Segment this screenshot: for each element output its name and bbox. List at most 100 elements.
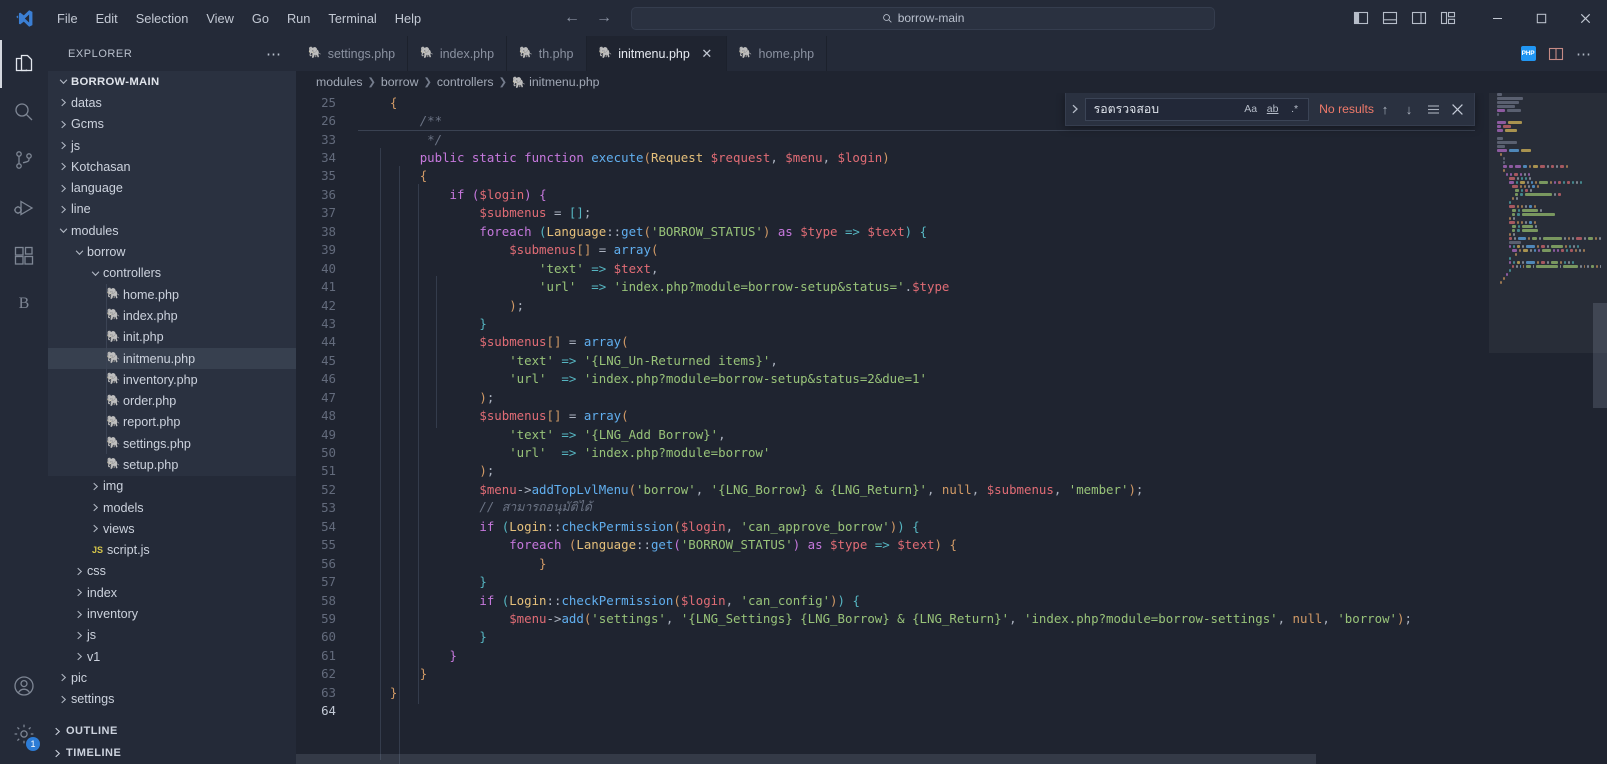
- window-close-button[interactable]: [1563, 0, 1607, 36]
- chevron-right-icon[interactable]: [56, 205, 71, 214]
- breadcrumb[interactable]: modules ❯ borrow ❯ controllers ❯ 🐘 initmenu.ph…: [296, 71, 1607, 93]
- menu-edit[interactable]: Edit: [87, 0, 127, 36]
- chevron-down-icon[interactable]: [88, 269, 103, 278]
- scrollbar-thumb[interactable]: [1593, 303, 1607, 408]
- chevron-right-icon[interactable]: [72, 588, 87, 597]
- tree-item-index[interactable]: index: [48, 582, 296, 603]
- tree-item-modules[interactable]: modules: [48, 220, 296, 242]
- menu-go[interactable]: Go: [243, 0, 278, 36]
- code-line[interactable]: 43 }: [296, 314, 1475, 332]
- editor-horizontal-scrollbar[interactable]: [296, 754, 1475, 764]
- tab-home-php[interactable]: 🐘 home.php: [727, 36, 828, 71]
- chevron-down-icon[interactable]: [72, 248, 87, 257]
- menu-terminal[interactable]: Terminal: [319, 0, 385, 36]
- code-line[interactable]: 61 }: [296, 646, 1475, 664]
- activity-bar-item-extensions[interactable]: [0, 232, 48, 280]
- tree-item-language[interactable]: language: [48, 177, 296, 199]
- activity-bar-item-run-and-debug[interactable]: [0, 184, 48, 232]
- tree-item-js[interactable]: js: [48, 134, 296, 157]
- match-case-icon[interactable]: Aa: [1241, 100, 1260, 119]
- tree-item-datas[interactable]: datas: [48, 92, 296, 114]
- code-line[interactable]: 38 foreach (Language::get('BORROW_STATUS…: [296, 222, 1475, 240]
- tab-index-php[interactable]: 🐘 index.php: [408, 36, 508, 71]
- breadcrumb-item-controllers[interactable]: controllers: [437, 75, 494, 89]
- code-line[interactable]: 58 if (Login::checkPermission($login, 'c…: [296, 591, 1475, 609]
- chevron-right-icon[interactable]: [56, 695, 71, 704]
- tree-item-order-php[interactable]: 🐘 order.php: [48, 390, 296, 412]
- split-editor-icon[interactable]: [1543, 41, 1569, 67]
- customize-layout-icon[interactable]: [1435, 5, 1461, 31]
- ellipsis-icon[interactable]: ⋯: [260, 45, 288, 63]
- find-widget[interactable]: รอตรวจสอบ Aa ab .* No results ↑ ↓: [1065, 93, 1475, 126]
- tree-item-report-php[interactable]: 🐘 report.php: [48, 411, 296, 434]
- arrow-right-icon[interactable]: →: [595, 10, 613, 26]
- tab-initmenu-php[interactable]: 🐘 initmenu.php ✕: [586, 36, 727, 71]
- tab-th-php[interactable]: 🐘 th.php: [507, 36, 587, 71]
- code-line[interactable]: 56 }: [296, 554, 1475, 572]
- code-line[interactable]: 49 'text' => '{LNG_Add Borrow}',: [296, 425, 1475, 443]
- chevron-right-icon[interactable]: [56, 184, 71, 193]
- tab-settings-php[interactable]: 🐘 settings.php: [296, 36, 409, 71]
- menu-run[interactable]: Run: [278, 0, 319, 36]
- sidebar-section-timeline[interactable]: TIMELINE: [48, 742, 296, 764]
- chevron-right-icon[interactable]: [72, 610, 87, 619]
- window-maximize-button[interactable]: [1519, 0, 1563, 36]
- chevron-right-icon[interactable]: [56, 162, 71, 171]
- code-line[interactable]: 41 'url' => 'index.php?module=borrow-set…: [296, 277, 1475, 295]
- command-center[interactable]: borrow-main: [631, 6, 1216, 30]
- file-tree[interactable]: BORROW-MAIN datas Gcms js Kotchasan language l…: [48, 71, 296, 720]
- menu-file[interactable]: File: [48, 0, 87, 36]
- tree-item-controllers[interactable]: controllers: [48, 262, 296, 284]
- tree-item-inventory[interactable]: inventory: [48, 603, 296, 624]
- code-line[interactable]: 64: [296, 701, 1475, 719]
- activity-bar-item-source-control[interactable]: [0, 136, 48, 184]
- chevron-right-icon[interactable]: [56, 141, 71, 150]
- tree-item-setup-php[interactable]: 🐘 setup.php: [48, 454, 296, 476]
- chevron-right-icon[interactable]: [72, 631, 87, 640]
- code-line[interactable]: 39 $submenus[] = array(: [296, 241, 1475, 259]
- chevron-right-icon[interactable]: [56, 98, 71, 107]
- tree-item-initmenu-php[interactable]: 🐘 initmenu.php: [48, 347, 296, 370]
- activity-bar-item-manage[interactable]: 1: [0, 710, 48, 758]
- tree-item-inventory-php[interactable]: 🐘 inventory.php: [48, 369, 296, 391]
- menu-selection[interactable]: Selection: [127, 0, 198, 36]
- arrow-left-icon[interactable]: ←: [563, 10, 581, 26]
- tree-item-settings-php[interactable]: 🐘 settings.php: [48, 433, 296, 455]
- find-in-selection-icon[interactable]: [1422, 98, 1444, 120]
- code-line[interactable]: 52 $menu->addTopLvlMenu('borrow', '{LNG_…: [296, 480, 1475, 498]
- tree-item-script-js[interactable]: JS script.js: [48, 540, 296, 561]
- use-regex-icon[interactable]: .*: [1285, 100, 1304, 119]
- toggle-secondary-sidebar-icon[interactable]: [1406, 5, 1432, 31]
- chevron-right-icon[interactable]: [1066, 104, 1085, 114]
- code-line[interactable]: 51 );: [296, 462, 1475, 480]
- chevron-right-icon[interactable]: [88, 524, 103, 533]
- code-line[interactable]: 45 'text' => '{LNG_Un-Returned items}',: [296, 351, 1475, 369]
- code-line[interactable]: 35 {: [296, 167, 1475, 185]
- overview-ruler[interactable]: [1475, 93, 1489, 764]
- window-minimize-button[interactable]: [1475, 0, 1519, 36]
- code-line[interactable]: 47 );: [296, 388, 1475, 406]
- chevron-right-icon[interactable]: [56, 120, 71, 129]
- chevron-right-icon[interactable]: [56, 673, 71, 682]
- chevron-down-icon[interactable]: [56, 226, 71, 235]
- code-line[interactable]: 37 $submenus = [];: [296, 204, 1475, 222]
- activity-bar-item-accounts[interactable]: [0, 662, 48, 710]
- minimap[interactable]: [1489, 93, 1607, 764]
- tree-item-kotchasan[interactable]: Kotchasan: [48, 156, 296, 178]
- code-line[interactable]: 42 );: [296, 296, 1475, 314]
- match-whole-word-icon[interactable]: ab: [1263, 100, 1282, 119]
- find-input[interactable]: รอตรวจสอบ Aa ab .*: [1084, 97, 1310, 121]
- code-line[interactable]: 36 if ($login) {: [296, 185, 1475, 203]
- tree-item-line[interactable]: line: [48, 198, 296, 221]
- scrollbar-thumb-horizontal[interactable]: [296, 754, 1316, 764]
- code-line[interactable]: 46 'url' => 'index.php?module=borrow-set…: [296, 370, 1475, 388]
- editor-vertical-scrollbar[interactable]: [1593, 93, 1607, 764]
- toggle-panel-icon[interactable]: [1377, 5, 1403, 31]
- code-line[interactable]: 34 public static function execute(Reques…: [296, 148, 1475, 166]
- code-line[interactable]: 63 }: [296, 683, 1475, 701]
- code-content[interactable]: 25 {26 /** 33 */34 public static function…: [296, 93, 1475, 764]
- find-previous-icon[interactable]: ↑: [1374, 98, 1396, 120]
- code-line[interactable]: 48 $submenus[] = array(: [296, 406, 1475, 424]
- run-php-icon[interactable]: PHP: [1515, 41, 1541, 67]
- tree-item-models[interactable]: models: [48, 497, 296, 518]
